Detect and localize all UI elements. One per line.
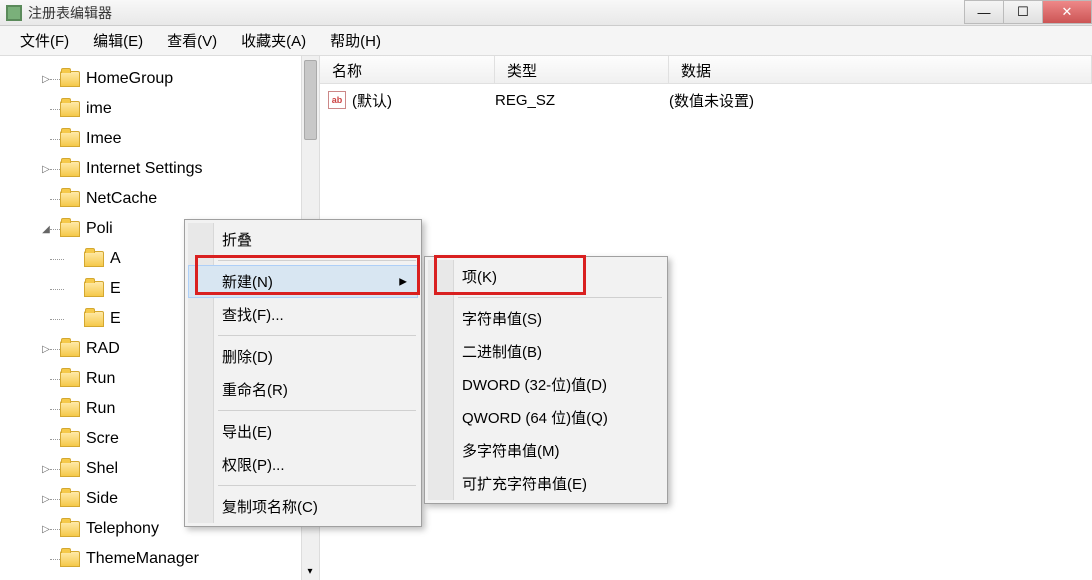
ctx-item[interactable]: 导出(E) [188, 415, 418, 448]
folder-icon [60, 521, 80, 537]
context-menu-main[interactable]: 折叠新建(N)▶查找(F)... 删除(D)重命名(R) 导出(E)权限(P)...… [184, 219, 422, 527]
tree-label: ThemeManager [86, 550, 199, 568]
folder-icon [60, 101, 80, 117]
tree-label: A [110, 250, 121, 268]
folder-icon [60, 71, 80, 87]
ctx-separator [218, 485, 416, 486]
cell-name: ab (默认) [328, 90, 495, 111]
value-name: (默认) [352, 90, 392, 111]
ctx-item[interactable]: 可扩充字符串值(E) [428, 467, 664, 500]
titlebar: 注册表编辑器 — ☐ ✕ [0, 0, 1092, 26]
folder-icon [60, 401, 80, 417]
folder-icon [60, 131, 80, 147]
ctx-item[interactable]: 复制项名称(C) [188, 490, 418, 523]
tree-label: E [110, 310, 121, 328]
ctx-item[interactable]: 删除(D) [188, 340, 418, 373]
menu-file[interactable]: 文件(F) [8, 26, 81, 55]
folder-icon [60, 191, 80, 207]
ctx-item[interactable]: 重命名(R) [188, 373, 418, 406]
app-icon [6, 5, 22, 21]
tree-label: HomeGroup [86, 70, 173, 88]
ctx-item[interactable]: 字符串值(S) [428, 302, 664, 335]
close-button[interactable]: ✕ [1042, 0, 1092, 24]
folder-icon [60, 461, 80, 477]
menu-edit[interactable]: 编辑(E) [81, 26, 155, 55]
tree-label: Side [86, 490, 118, 508]
expander-icon[interactable]: ▷ [40, 493, 52, 505]
cell-type: REG_SZ [495, 92, 669, 109]
menu-help[interactable]: 帮助(H) [318, 26, 393, 55]
ctx-item[interactable]: 项(K) [428, 260, 664, 293]
tree-label: Run [86, 370, 115, 388]
tree-node[interactable]: ▷Internet Settings [60, 154, 319, 184]
folder-icon [60, 341, 80, 357]
ctx-item[interactable]: QWORD (64 位)值(Q) [428, 401, 664, 434]
ctx-item[interactable]: 权限(P)... [188, 448, 418, 481]
ctx-separator [218, 335, 416, 336]
folder-icon [60, 221, 80, 237]
tree-label: Scre [86, 430, 119, 448]
ctx-item[interactable]: 新建(N)▶ [188, 265, 418, 298]
ctx-item[interactable]: DWORD (32-位)值(D) [428, 368, 664, 401]
list-header: 名称 类型 数据 [320, 56, 1092, 84]
menubar: 文件(F) 编辑(E) 查看(V) 收藏夹(A) 帮助(H) [0, 26, 1092, 56]
expander-icon[interactable]: ◢ [40, 223, 52, 235]
list-row[interactable]: ab (默认) REG_SZ (数值未设置) [320, 84, 1092, 116]
tree-label: NetCache [86, 190, 157, 208]
folder-icon [60, 431, 80, 447]
context-menu-new[interactable]: 项(K) 字符串值(S)二进制值(B)DWORD (32-位)值(D)QWORD … [424, 256, 668, 504]
folder-icon [60, 371, 80, 387]
tree-label: Telephony [86, 520, 159, 538]
tree-node[interactable]: NetCache [60, 184, 319, 214]
expander-icon[interactable]: ▷ [40, 343, 52, 355]
ctx-separator [218, 260, 416, 261]
tree-label: Imee [86, 130, 122, 148]
tree-label: Internet Settings [86, 160, 203, 178]
expander-icon[interactable]: ▷ [40, 163, 52, 175]
ctx-item[interactable]: 折叠 [188, 223, 418, 256]
ctx-item[interactable]: 查找(F)... [188, 298, 418, 331]
minimize-button[interactable]: — [964, 0, 1004, 24]
ctx-item[interactable]: 二进制值(B) [428, 335, 664, 368]
folder-icon [60, 491, 80, 507]
tree-label: Run [86, 400, 115, 418]
window-title: 注册表编辑器 [28, 3, 112, 23]
ctx-separator [458, 297, 662, 298]
window-controls: — ☐ ✕ [965, 0, 1092, 24]
scrollbar-down-arrow[interactable]: ▾ [303, 564, 317, 578]
folder-icon [60, 161, 80, 177]
ctx-item[interactable]: 多字符串值(M) [428, 434, 664, 467]
tree-label: ime [86, 100, 112, 118]
folder-icon [84, 281, 104, 297]
maximize-button[interactable]: ☐ [1003, 0, 1043, 24]
scrollbar-thumb[interactable] [304, 60, 317, 140]
tree-node[interactable]: ThemeManager [60, 544, 319, 574]
tree-label: E [110, 280, 121, 298]
menu-view[interactable]: 查看(V) [155, 26, 229, 55]
tree-node[interactable]: ▷HomeGroup [60, 64, 319, 94]
folder-icon [84, 311, 104, 327]
expander-icon[interactable]: ▷ [40, 523, 52, 535]
ctx-separator [218, 410, 416, 411]
col-name[interactable]: 名称 [320, 56, 495, 83]
tree-node[interactable]: ime [60, 94, 319, 124]
tree-node[interactable]: Imee [60, 124, 319, 154]
folder-icon [60, 551, 80, 567]
cell-data: (数值未设置) [669, 90, 1092, 111]
folder-icon [84, 251, 104, 267]
submenu-arrow-icon: ▶ [399, 276, 407, 287]
tree-label: Shel [86, 460, 118, 478]
expander-icon[interactable]: ▷ [40, 73, 52, 85]
string-value-icon: ab [328, 91, 346, 109]
expander-icon[interactable]: ▷ [40, 463, 52, 475]
menu-favorites[interactable]: 收藏夹(A) [229, 26, 318, 55]
col-data[interactable]: 数据 [669, 56, 1092, 83]
col-type[interactable]: 类型 [495, 56, 669, 83]
tree-label: Poli [86, 220, 113, 238]
tree-label: RAD [86, 340, 120, 358]
